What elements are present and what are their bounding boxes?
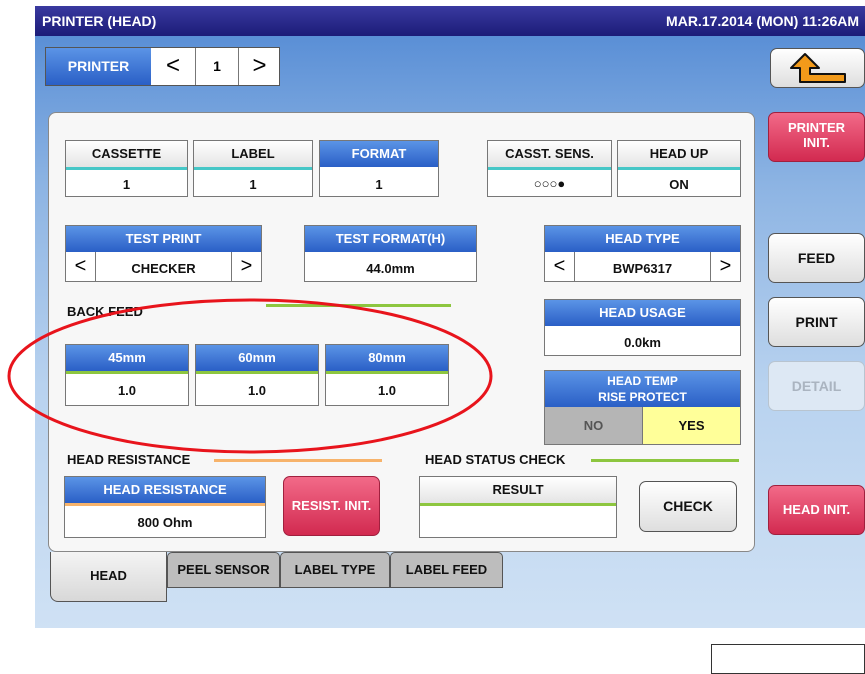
cassette-value: 1	[122, 177, 131, 192]
head-resistance-value: 800 Ohm	[137, 515, 193, 530]
printer-selector: PRINTER < 1 >	[45, 47, 280, 86]
printer-label: PRINTER	[46, 48, 151, 85]
head-temp-yes-option[interactable]: YES	[643, 407, 740, 444]
cassette-sensor-indicator: ○○○●	[533, 176, 566, 191]
result-field: RESULT	[419, 476, 617, 538]
orange-underline	[65, 503, 265, 506]
printer-init-button[interactable]: PRINTER INIT.	[768, 112, 865, 162]
head-init-button[interactable]: HEAD INIT.	[768, 485, 865, 535]
settings-panel: CASSETTE 1 LABEL 1 FORMAT 1 CASST. SENS.…	[48, 112, 755, 552]
tab-bar: HEAD PEEL SENSOR LABEL TYPE LABEL FEED	[48, 552, 755, 602]
head-resistance-label: HEAD RESISTANCE	[65, 477, 265, 503]
cassette-field[interactable]: CASSETTE 1	[65, 140, 188, 197]
printer-init-line1: PRINTER	[787, 120, 846, 135]
head-up-field: HEAD UP ON	[617, 140, 741, 197]
head-up-value: ON	[669, 177, 689, 192]
main-area: PRINTER < 1 > CASSETTE 1 LABEL 1 FORMAT …	[35, 36, 865, 674]
back-feed-45mm-label: 45mm	[66, 345, 188, 371]
head-usage-label: HEAD USAGE	[545, 300, 740, 326]
cassette-sensor-field: CASST. SENS. ○○○●	[487, 140, 612, 197]
printer-init-line2: INIT.	[803, 135, 830, 150]
test-print-field: TEST PRINT < CHECKER >	[65, 225, 262, 282]
printer-prev-button[interactable]: <	[151, 48, 196, 85]
cassette-label: CASSETTE	[66, 141, 187, 167]
window-title: PRINTER (HEAD)	[42, 13, 157, 29]
green-underline	[66, 371, 188, 374]
head-status-title: HEAD STATUS CHECK	[425, 452, 566, 467]
head-usage-value: 0.0km	[624, 335, 661, 350]
test-format-value: 44.0mm	[366, 261, 415, 276]
head-type-field: HEAD TYPE < BWP6317 >	[544, 225, 741, 282]
back-feed-80mm-label: 80mm	[326, 345, 448, 371]
tab-head[interactable]: HEAD	[50, 552, 167, 602]
teal-underline	[194, 167, 312, 170]
head-status-divider	[591, 459, 739, 462]
back-feed-45mm-value: 1.0	[117, 383, 137, 398]
back-button[interactable]	[770, 48, 865, 88]
head-temp-header: HEAD TEMP RISE PROTECT	[545, 371, 740, 407]
head-temp-no-option[interactable]: NO	[545, 407, 643, 444]
teal-underline	[618, 167, 740, 170]
format-field[interactable]: FORMAT 1	[319, 140, 439, 197]
cassette-sensor-label: CASST. SENS.	[488, 141, 611, 167]
bottom-right-box	[711, 644, 865, 674]
back-feed-80mm-field[interactable]: 80mm 1.0	[325, 344, 449, 406]
teal-underline	[488, 167, 611, 170]
head-temp-label-line2: RISE PROTECT	[598, 390, 687, 404]
back-feed-80mm-value: 1.0	[377, 383, 397, 398]
head-resistance-divider	[214, 459, 382, 462]
head-type-next-button[interactable]: >	[710, 252, 740, 282]
head-up-label: HEAD UP	[618, 141, 740, 167]
teal-underline	[66, 167, 187, 170]
title-bar: PRINTER (HEAD) MAR.17.2014 (MON) 11:26AM	[35, 6, 865, 36]
return-arrow-icon	[789, 53, 846, 83]
label-field[interactable]: LABEL 1	[193, 140, 313, 197]
head-temp-label-line1: HEAD TEMP	[607, 374, 678, 388]
printer-next-button[interactable]: >	[238, 48, 280, 85]
head-resistance-field: HEAD RESISTANCE 800 Ohm	[64, 476, 266, 538]
tab-peel-sensor[interactable]: PEEL SENSOR	[167, 552, 280, 588]
test-print-next-button[interactable]: >	[231, 252, 261, 282]
print-button[interactable]: PRINT	[768, 297, 865, 347]
back-feed-45mm-field[interactable]: 45mm 1.0	[65, 344, 189, 406]
head-type-label: HEAD TYPE	[545, 226, 740, 252]
label-value: 1	[249, 177, 257, 192]
datetime: MAR.17.2014 (MON) 11:26AM	[666, 13, 859, 29]
head-resistance-title: HEAD RESISTANCE	[67, 452, 191, 467]
feed-button[interactable]: FEED	[768, 233, 865, 283]
check-button[interactable]: CHECK	[639, 481, 737, 532]
green-underline	[420, 503, 616, 506]
green-underline	[326, 371, 448, 374]
green-underline	[196, 371, 318, 374]
printer-number: 1	[213, 58, 221, 74]
test-print-label: TEST PRINT	[66, 226, 261, 252]
format-value: 1	[375, 177, 383, 192]
back-feed-60mm-field[interactable]: 60mm 1.0	[195, 344, 319, 406]
head-temp-field: HEAD TEMP RISE PROTECT NO YES	[544, 370, 741, 445]
back-feed-60mm-label: 60mm	[196, 345, 318, 371]
test-format-field[interactable]: TEST FORMAT(H) 44.0mm	[304, 225, 477, 282]
detail-button: DETAIL	[768, 361, 865, 411]
back-feed-title: BACK FEED	[67, 304, 143, 319]
tab-label-type[interactable]: LABEL TYPE	[280, 552, 390, 588]
test-format-label: TEST FORMAT(H)	[305, 226, 476, 252]
head-usage-field: HEAD USAGE 0.0km	[544, 299, 741, 356]
tab-label-feed[interactable]: LABEL FEED	[390, 552, 503, 588]
result-label: RESULT	[420, 477, 616, 503]
label-label: LABEL	[194, 141, 312, 167]
resist-init-button[interactable]: RESIST. INIT.	[283, 476, 380, 536]
back-feed-60mm-value: 1.0	[247, 383, 267, 398]
back-feed-divider	[266, 304, 451, 307]
format-label: FORMAT	[320, 141, 438, 167]
